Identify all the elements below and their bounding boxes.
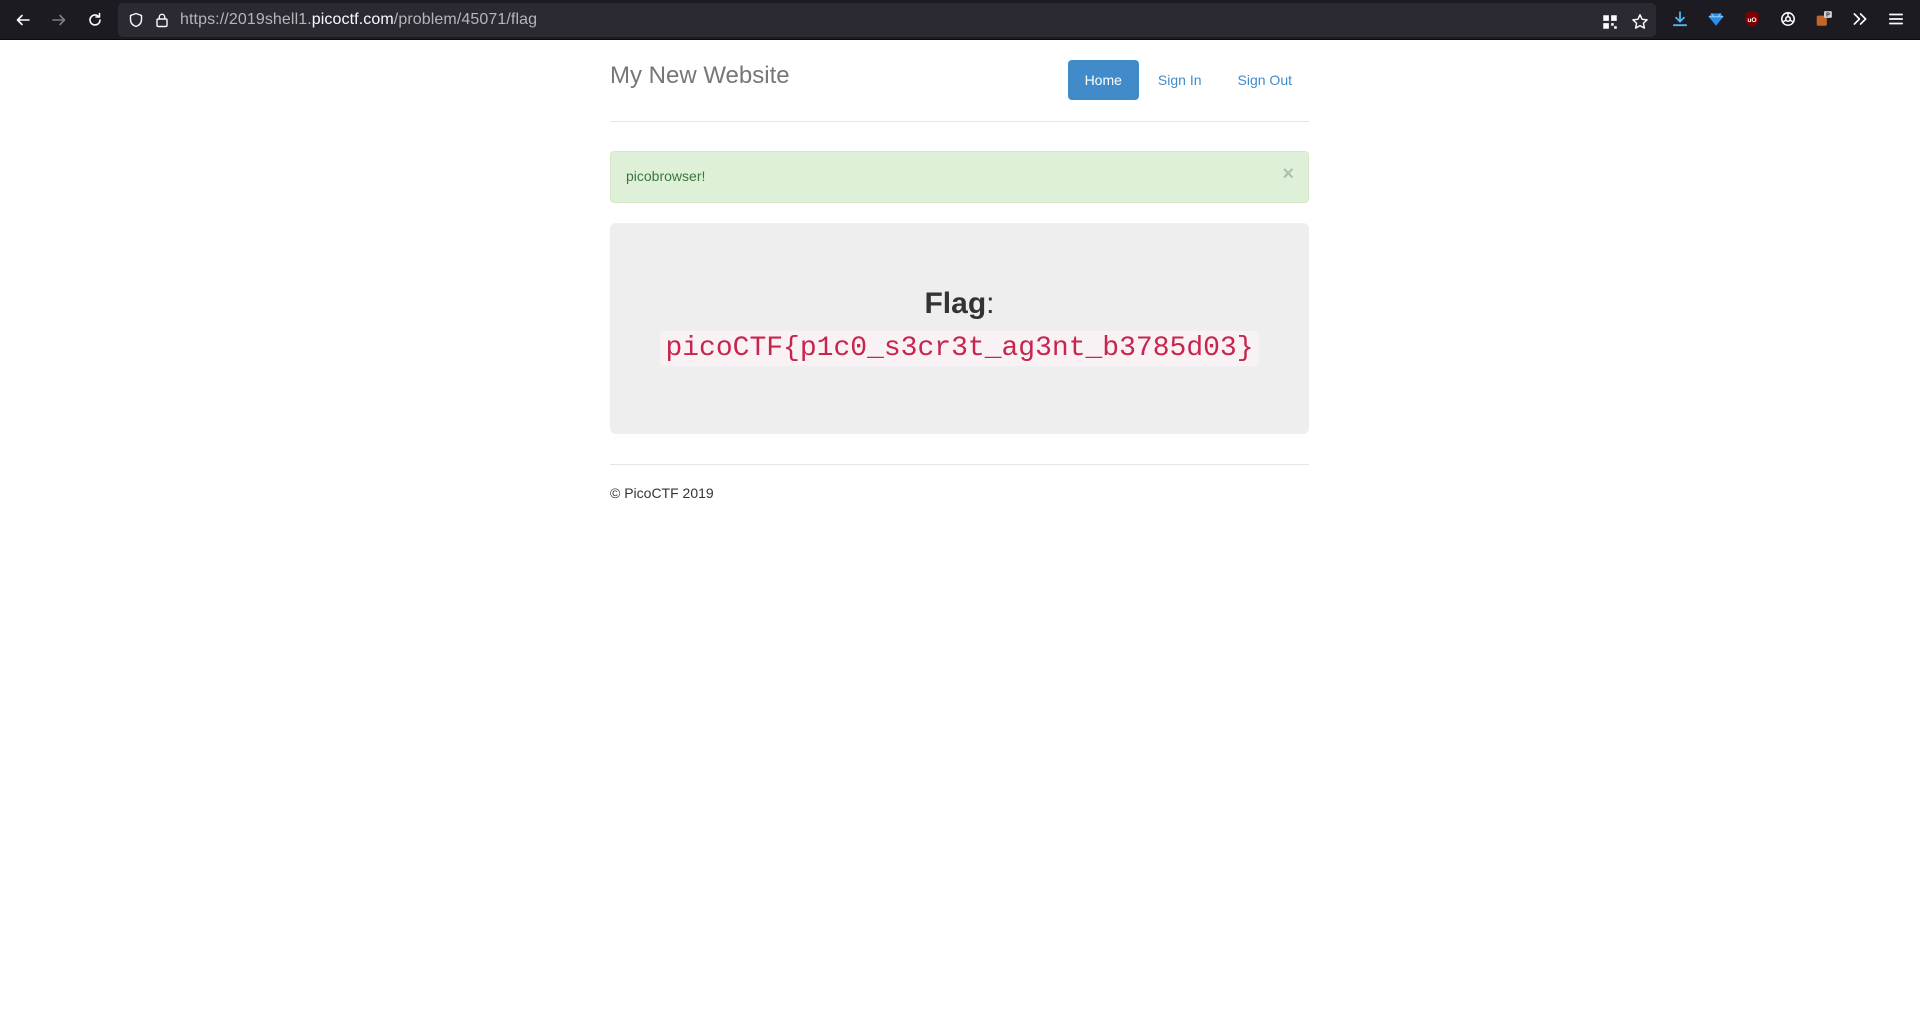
overflow-chevron-icon[interactable]	[1850, 9, 1870, 29]
footer-copyright: © PicoCTF 2019	[610, 485, 714, 501]
site-nav: Home Sign In Sign Out	[1066, 60, 1309, 100]
svg-text:uO: uO	[1747, 17, 1756, 24]
flag-code-wrapper: picoCTF{p1c0_s3cr3t_ag3nt_b3785d03}	[610, 331, 1309, 366]
qr-grid-icon[interactable]	[1600, 12, 1620, 32]
reload-button[interactable]	[81, 6, 109, 34]
reload-icon	[89, 12, 101, 26]
gear-extension-icon[interactable]	[1778, 9, 1798, 29]
forward-button[interactable]	[45, 6, 73, 34]
close-icon[interactable]: ×	[1282, 164, 1294, 184]
back-arrow-icon	[16, 14, 30, 26]
page-viewport: My New Website Home Sign In Sign Out pic…	[0, 40, 1920, 1035]
site-footer: © PicoCTF 2019	[610, 464, 1309, 501]
url-path: /problem/45071/flag	[393, 11, 538, 28]
success-alert: picobrowser! ×	[610, 151, 1309, 203]
svg-text:P: P	[1826, 13, 1830, 19]
flag-colon: :	[986, 287, 995, 320]
address-bar[interactable]: https://2019shell1.picoctf.com/problem/4…	[118, 3, 1656, 37]
nav-sign-out-link[interactable]: Sign Out	[1221, 60, 1309, 100]
shield-icon[interactable]	[128, 12, 144, 28]
flag-panel: Flag: picoCTF{p1c0_s3cr3t_ag3nt_b3785d03…	[610, 223, 1309, 434]
star-icon[interactable]	[1630, 12, 1650, 32]
url-prefix: https://2019shell1.	[180, 11, 312, 28]
lock-icon[interactable]	[154, 12, 170, 28]
download-icon[interactable]	[1670, 9, 1690, 29]
nav-home-link[interactable]: Home	[1067, 60, 1139, 100]
back-button[interactable]	[9, 6, 37, 34]
site-brand: My New Website	[610, 62, 790, 89]
flag-value: picoCTF{p1c0_s3cr3t_ag3nt_b3785d03}	[660, 331, 1259, 366]
url-host: picoctf.com	[311, 11, 394, 28]
site-header: My New Website Home Sign In Sign Out	[610, 40, 1309, 122]
ublock-icon[interactable]: uO	[1742, 9, 1762, 29]
flag-title: Flag	[924, 287, 987, 320]
nav-sign-in-link[interactable]: Sign In	[1141, 60, 1219, 100]
forward-arrow-icon	[52, 14, 66, 26]
flag-heading: Flag:	[610, 287, 1309, 321]
badge-extension-icon[interactable]: P	[1814, 9, 1834, 29]
gem-extension-icon[interactable]	[1706, 9, 1726, 29]
url-text[interactable]: https://2019shell1.picoctf.com/problem/4…	[180, 11, 537, 29]
hamburger-menu-icon[interactable]	[1886, 9, 1906, 29]
browser-toolbar: https://2019shell1.picoctf.com/problem/4…	[0, 0, 1920, 40]
alert-message: picobrowser!	[626, 168, 706, 184]
